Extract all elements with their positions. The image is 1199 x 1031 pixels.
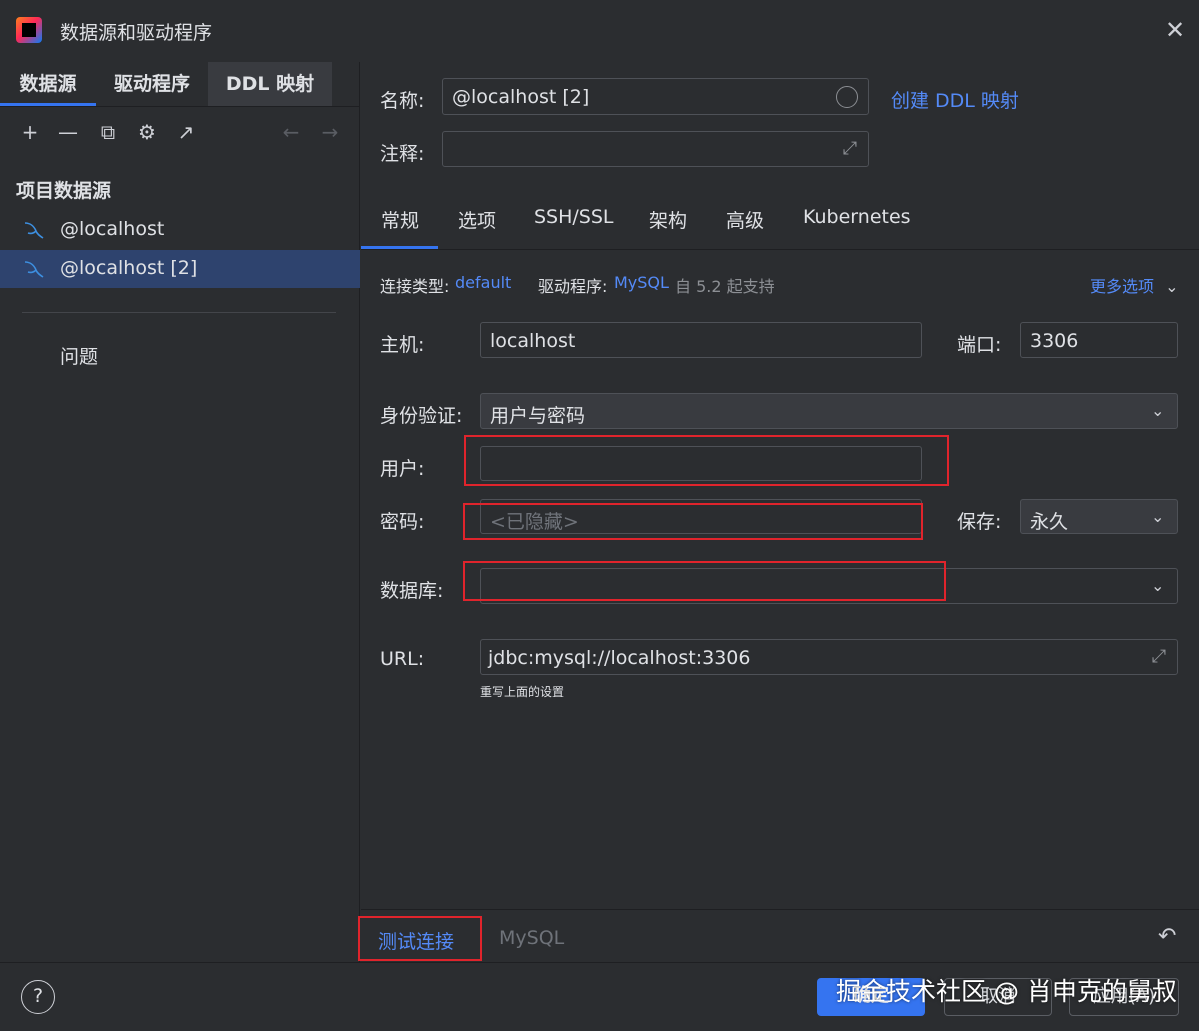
- chevron-down-icon: ⌄: [1151, 401, 1165, 420]
- tab-options[interactable]: 选项: [458, 206, 496, 233]
- app-logo-icon: [16, 17, 42, 43]
- datasource-label: @localhost: [60, 218, 165, 240]
- tab-schemas[interactable]: 架构: [649, 206, 687, 233]
- tab-advanced[interactable]: 高级: [726, 206, 764, 233]
- url-label: URL:: [380, 648, 425, 670]
- forward-arrow-icon[interactable]: →: [318, 120, 342, 144]
- port-input[interactable]: 3306: [1020, 322, 1178, 358]
- problems-item[interactable]: 问题: [60, 342, 98, 369]
- undo-icon[interactable]: ↶: [1158, 924, 1176, 949]
- divider: [361, 909, 1199, 910]
- driver-hint: MySQL: [499, 927, 565, 949]
- auth-label: 身份验证:: [380, 405, 463, 427]
- port-value: 3306: [1030, 330, 1079, 352]
- user-label: 用户:: [380, 458, 425, 480]
- driver-label: 驱动程序:: [538, 277, 608, 296]
- close-icon[interactable]: ✕: [1160, 16, 1190, 46]
- highlight-box-test-connection: [358, 916, 482, 961]
- watermark: 掘金技术社区 @ 肖申克的舅叔: [836, 977, 1177, 1006]
- auth-value: 用户与密码: [490, 405, 586, 427]
- mysql-dolphin-icon: [24, 261, 44, 278]
- tab-drivers[interactable]: 驱动程序: [96, 62, 208, 106]
- url-value: jdbc:mysql://localhost:3306: [488, 647, 751, 669]
- datasource-label: @localhost [2]: [60, 257, 198, 279]
- save-select[interactable]: 永久 ⌄: [1020, 499, 1178, 534]
- right-panel: 名称: @localhost [2] 创建 DDL 映射 注释: ⤢ 常规 选项…: [361, 62, 1199, 962]
- port-label: 端口:: [957, 334, 1002, 356]
- save-value: 永久: [1030, 511, 1069, 533]
- more-options-link[interactable]: 更多选项 ⌄: [1090, 273, 1179, 297]
- highlight-box-database: [463, 561, 946, 601]
- host-value: localhost: [490, 330, 576, 352]
- host-input[interactable]: localhost: [480, 322, 922, 358]
- divider: [361, 249, 1199, 250]
- copy-icon[interactable]: ⧉: [96, 120, 120, 144]
- save-label: 保存:: [957, 511, 1002, 533]
- left-panel: 数据源 驱动程序 DDL 映射 + — ⧉ ⚙ ↗ ← → 项目数据源 @loc…: [0, 62, 360, 962]
- color-circle-icon[interactable]: [836, 86, 858, 108]
- auth-select[interactable]: 用户与密码 ⌄: [480, 393, 1178, 429]
- chevron-down-icon: ⌄: [1151, 576, 1165, 595]
- url-input[interactable]: jdbc:mysql://localhost:3306 ⤢: [480, 639, 1178, 675]
- expand-icon[interactable]: ⤢: [1148, 646, 1170, 668]
- name-input[interactable]: @localhost [2]: [442, 78, 869, 115]
- expand-icon[interactable]: ⤢: [839, 138, 861, 160]
- chevron-down-icon: ⌄: [1151, 507, 1165, 526]
- datasource-item[interactable]: @localhost: [0, 211, 360, 249]
- title-bar: 数据源和驱动程序 ✕: [0, 0, 1199, 62]
- tab-general[interactable]: 常规: [381, 206, 419, 233]
- add-icon[interactable]: +: [18, 120, 42, 144]
- highlight-box-user: [464, 435, 949, 486]
- datasource-item-selected[interactable]: @localhost [2]: [0, 250, 360, 288]
- password-label: 密码:: [380, 511, 425, 533]
- database-label: 数据库:: [380, 580, 444, 602]
- tab-datasources[interactable]: 数据源: [0, 62, 96, 106]
- connection-type-value[interactable]: default: [455, 273, 511, 292]
- export-icon[interactable]: ↗: [174, 120, 198, 144]
- url-note: 重写上面的设置: [480, 685, 565, 699]
- tab-kubernetes[interactable]: Kubernetes: [803, 206, 911, 228]
- section-title: 项目数据源: [16, 180, 112, 202]
- remove-icon[interactable]: —: [56, 120, 80, 144]
- name-label: 名称:: [380, 90, 425, 112]
- help-button[interactable]: ?: [21, 980, 55, 1014]
- comment-label: 注释:: [380, 143, 425, 165]
- window-title: 数据源和驱动程序: [60, 22, 213, 44]
- divider: [22, 312, 336, 313]
- create-ddl-mapping-link[interactable]: 创建 DDL 映射: [891, 86, 1019, 113]
- highlight-box-password: [463, 503, 923, 540]
- host-label: 主机:: [380, 334, 425, 356]
- comment-input[interactable]: ⤢: [442, 131, 869, 167]
- gear-icon[interactable]: ⚙: [135, 120, 159, 144]
- divider: [0, 106, 360, 107]
- connection-type-label: 连接类型:: [380, 277, 450, 296]
- back-arrow-icon[interactable]: ←: [279, 120, 303, 144]
- divider: [0, 962, 1199, 963]
- more-options-label: 更多选项: [1090, 277, 1155, 296]
- tab-ssh-ssl[interactable]: SSH/SSL: [534, 206, 614, 228]
- chevron-down-icon: ⌄: [1165, 277, 1179, 296]
- tab-ddl-mappings[interactable]: DDL 映射: [208, 62, 332, 106]
- driver-note: 自 5.2 起支持: [675, 277, 775, 296]
- driver-link[interactable]: MySQL: [614, 273, 669, 292]
- mysql-dolphin-icon: [24, 222, 44, 239]
- name-value: @localhost [2]: [452, 86, 590, 108]
